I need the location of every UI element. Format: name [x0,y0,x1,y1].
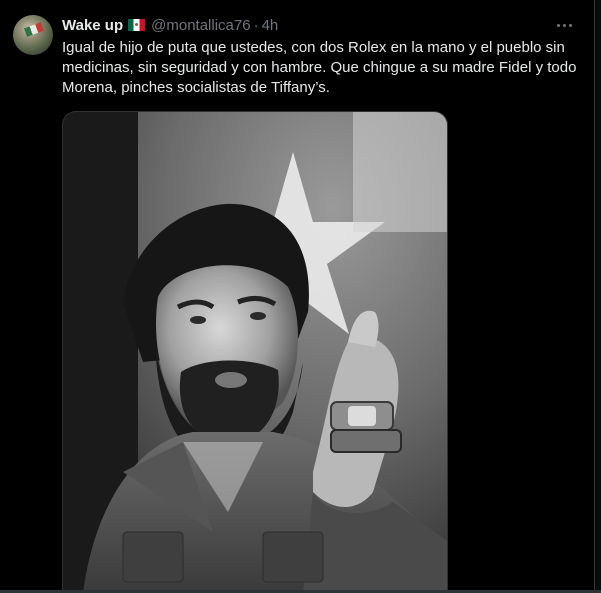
flag-mexico-icon [128,19,146,31]
tweet-text: Igual de hijo de puta que ustedes, con d… [62,39,577,96]
tweet-header: Wake up @montallica76 · 4h [62,15,278,35]
avatar[interactable] [13,15,53,55]
tweet-photo[interactable] [62,111,448,593]
timestamp[interactable]: 4h [262,17,279,34]
window-frame-right [594,0,601,593]
separator-dot: · [253,16,259,34]
author-handle[interactable]: @montallica76 [151,17,250,34]
photo-image [63,112,447,593]
tweet-card[interactable]: Wake up @montallica76 · 4h Igual de hijo… [0,0,594,593]
more-options-icon[interactable] [552,13,576,37]
author-name[interactable]: Wake up [62,17,123,34]
